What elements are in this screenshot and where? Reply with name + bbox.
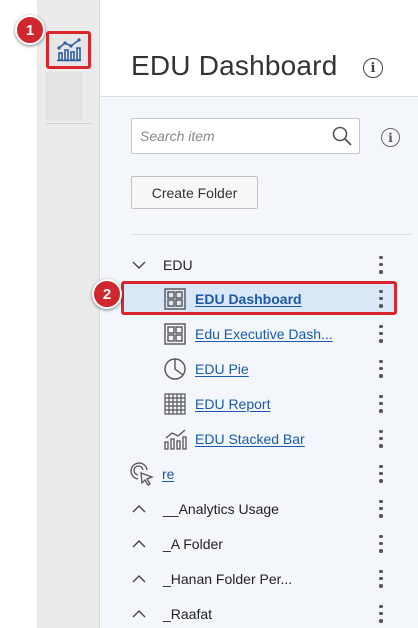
search-icon[interactable]	[327, 121, 357, 151]
item-panel: Search item i Create Folder EDU EDU Dash…	[101, 98, 418, 628]
tree-item-edu-pie[interactable]: EDU Pie	[101, 351, 418, 386]
left-margin	[0, 0, 37, 628]
nav-rail-divider	[46, 123, 91, 124]
analytics-nav-button[interactable]	[46, 31, 91, 69]
tree-folder-raafat[interactable]: _Raafat	[101, 596, 418, 628]
more-options-icon[interactable]	[377, 534, 385, 554]
analytics-chart-icon	[56, 38, 81, 62]
tree-folder-label: _A Folder	[163, 535, 223, 552]
annotation-marker-2: 2	[92, 279, 122, 309]
page-header: EDU Dashboard i	[101, 0, 418, 97]
pie-chart-icon	[162, 356, 188, 382]
bar-chart-icon	[162, 426, 188, 452]
search-input[interactable]: Search item	[131, 118, 360, 154]
chevron-up-icon[interactable]	[131, 606, 147, 622]
info-icon[interactable]: i	[381, 128, 400, 147]
more-options-icon[interactable]	[377, 604, 385, 624]
more-options-icon[interactable]	[377, 429, 385, 449]
tree-item-label[interactable]: EDU Dashboard	[195, 291, 302, 307]
tree-folder-label: _Hanan Folder Per...	[163, 570, 293, 587]
nav-rail-slot[interactable]	[46, 72, 82, 120]
tree-folder-analytics-usage[interactable]: __Analytics Usage	[101, 491, 418, 526]
chevron-up-icon[interactable]	[131, 571, 147, 587]
info-icon[interactable]: i	[363, 58, 383, 78]
more-options-icon[interactable]	[377, 569, 385, 589]
tree-item-label[interactable]: EDU Stacked Bar	[195, 431, 305, 447]
tree-folder-hanan-folder[interactable]: _Hanan Folder Per...	[101, 561, 418, 596]
tree-item-re[interactable]: re	[101, 456, 418, 491]
annotation-marker-1: 1	[15, 15, 45, 45]
report-grid-icon	[162, 391, 188, 417]
cursor-click-icon	[129, 461, 155, 487]
tree-item-edu-stacked-bar[interactable]: EDU Stacked Bar	[101, 421, 418, 456]
tree-folder-label: __Analytics Usage	[163, 500, 279, 517]
tree-folder-label: EDU	[163, 256, 193, 273]
chevron-down-icon[interactable]	[131, 257, 147, 273]
dashboard-icon	[162, 286, 188, 312]
more-options-icon[interactable]	[377, 359, 385, 379]
divider	[131, 234, 411, 235]
page: 1 EDU Dashboard i Search item i Create F…	[0, 0, 418, 628]
page-title: EDU Dashboard	[131, 50, 338, 81]
tree-folder-a-folder[interactable]: _A Folder	[101, 526, 418, 561]
tree-item-edu-executive-dash[interactable]: Edu Executive Dash...	[101, 316, 418, 351]
chevron-up-icon[interactable]	[131, 536, 147, 552]
chevron-up-icon[interactable]	[131, 501, 147, 517]
dashboard-icon	[162, 321, 188, 347]
tree-item-label[interactable]: Edu Executive Dash...	[195, 326, 333, 342]
tree-folder-edu[interactable]: EDU	[101, 247, 418, 282]
nav-rail	[37, 0, 100, 628]
more-options-icon[interactable]	[377, 255, 385, 275]
more-options-icon[interactable]	[377, 289, 385, 309]
tree-item-edu-dashboard[interactable]: EDU Dashboard	[101, 281, 418, 316]
more-options-icon[interactable]	[377, 394, 385, 414]
tree-folder-label: _Raafat	[163, 605, 213, 622]
more-options-icon[interactable]	[377, 464, 385, 484]
create-folder-button[interactable]: Create Folder	[131, 176, 258, 209]
tree-item-label[interactable]: EDU Report	[195, 396, 270, 412]
tree-item-label[interactable]: re	[162, 466, 174, 482]
search-placeholder[interactable]: Search item	[132, 128, 327, 144]
tree-item-edu-report[interactable]: EDU Report	[101, 386, 418, 421]
tree-item-label[interactable]: EDU Pie	[195, 361, 249, 377]
more-options-icon[interactable]	[377, 324, 385, 344]
more-options-icon[interactable]	[377, 499, 385, 519]
